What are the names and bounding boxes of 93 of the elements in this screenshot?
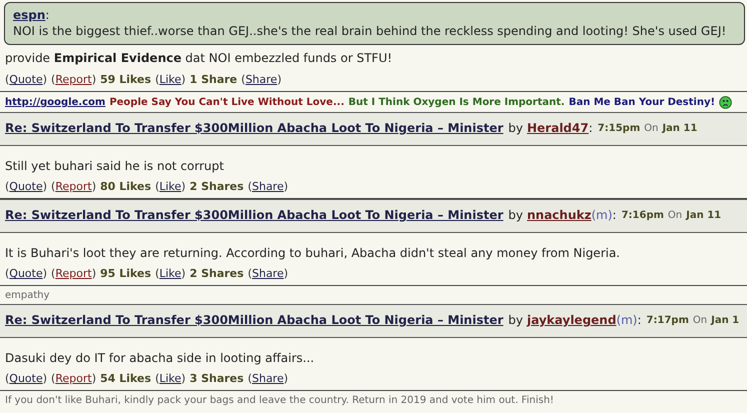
post-time: 7:17pm bbox=[646, 314, 689, 326]
paren-text: ( bbox=[5, 180, 10, 193]
member-tag: (m) bbox=[616, 313, 638, 327]
post-time: 7:15pm bbox=[598, 122, 640, 134]
signature-text: Ban Me Ban Your Destiny! bbox=[568, 97, 716, 108]
paren-text: ( bbox=[5, 372, 10, 385]
colon-text: : bbox=[612, 208, 616, 222]
by-text: by bbox=[508, 121, 523, 135]
topic-link[interactable]: Re: Switzerland To Transfer $300Million Abacha Loot To Nigeria – Minister bbox=[5, 208, 504, 222]
on-text: On bbox=[644, 122, 658, 134]
paren-text: ) bbox=[181, 372, 186, 385]
count-text: 3 Shares bbox=[190, 372, 244, 385]
topic-link[interactable]: Re: Switzerland To Transfer $300Million Abacha Loot To Nigeria – Minister bbox=[5, 121, 504, 135]
quote-text: NOI is the biggest thief..worse than GEJ..she's the real brain behind the reckless spending and looting! She's used GEJ! bbox=[13, 24, 728, 38]
paren-text: ) bbox=[284, 267, 288, 280]
author-link[interactable]: nnachukz bbox=[527, 208, 592, 222]
action-link[interactable]: Share bbox=[252, 180, 284, 193]
post-date: Jan 11 bbox=[662, 122, 698, 134]
author-link[interactable]: Herald47 bbox=[527, 121, 589, 135]
action-link[interactable]: Share bbox=[252, 267, 284, 280]
post-date: Jan 1 bbox=[711, 314, 740, 326]
paren-text: ( bbox=[51, 180, 56, 193]
action-link[interactable]: Share bbox=[245, 73, 278, 86]
action-link[interactable]: Report bbox=[55, 180, 92, 193]
paren-text: ( bbox=[5, 267, 10, 280]
author-link[interactable]: espn bbox=[13, 8, 46, 22]
colon-text: : bbox=[637, 313, 642, 327]
action-link[interactable]: Quote bbox=[9, 372, 43, 385]
action-link[interactable]: Report bbox=[55, 372, 92, 385]
action-link[interactable]: Quote bbox=[9, 180, 43, 193]
action-link[interactable]: Like bbox=[159, 180, 182, 193]
action-link[interactable]: Quote bbox=[9, 73, 43, 86]
by-text: by bbox=[508, 313, 523, 327]
paren-text: ) bbox=[92, 372, 96, 385]
action-link[interactable]: Like bbox=[159, 372, 182, 385]
paren-text: ( bbox=[155, 372, 160, 385]
post-time: 7:16pm bbox=[621, 210, 664, 220]
count-text: 95 Likes bbox=[100, 267, 152, 280]
paren-text: ) bbox=[181, 180, 186, 193]
action-link[interactable]: Share bbox=[252, 372, 284, 385]
action-link[interactable]: Report bbox=[55, 267, 92, 280]
action-link[interactable]: Report bbox=[55, 73, 92, 86]
post-date: Jan 11 bbox=[686, 210, 722, 220]
colon-text: : bbox=[588, 121, 593, 135]
count-text: 2 Shares bbox=[190, 180, 244, 193]
paren-text: ) bbox=[181, 73, 186, 86]
paren-text: ) bbox=[92, 267, 96, 280]
paren-text: ( bbox=[5, 73, 10, 86]
member-tag: (m) bbox=[591, 208, 612, 222]
paren-text: ) bbox=[42, 180, 48, 193]
post-text: Dasuki dey do IT for abacha side in looting affairs... bbox=[4, 350, 316, 365]
paren-text: ( bbox=[248, 267, 252, 280]
paren-text: ( bbox=[155, 267, 160, 280]
signature-text: People Say You Can't Live Without Love... bbox=[109, 97, 344, 108]
signature-link[interactable]: http://google.com bbox=[5, 97, 106, 108]
signature-text: But I Think Oxygen Is More Important. bbox=[348, 97, 565, 108]
paren-text: ) bbox=[92, 180, 96, 193]
paren-text: ) bbox=[42, 372, 48, 385]
topic-link[interactable]: Re: Switzerland To Transfer $300Million Abacha Loot To Nigeria – Minister bbox=[5, 313, 504, 327]
paren-text: ) bbox=[277, 73, 282, 86]
paren-text: ) bbox=[284, 372, 288, 385]
sad-face-icon bbox=[719, 96, 732, 109]
signature-text: empathy bbox=[5, 290, 50, 301]
count-text: 54 Likes bbox=[100, 372, 152, 385]
count-text: 59 Likes bbox=[100, 73, 152, 86]
paren-text: ) bbox=[42, 73, 48, 86]
paren-text: ( bbox=[155, 180, 160, 193]
colon-text: : bbox=[45, 8, 50, 22]
by-text: by bbox=[508, 208, 523, 222]
paren-text: ( bbox=[51, 372, 56, 385]
signature-text: If you don't like Buhari, kindly pack your bags and leave the country. Return in 2019 and vote him out. Finish! bbox=[5, 395, 554, 406]
paren-text: ( bbox=[51, 267, 56, 280]
action-link[interactable]: Like bbox=[159, 73, 182, 86]
count-text: 1 Share bbox=[190, 73, 238, 86]
action-link[interactable]: Quote bbox=[9, 267, 43, 280]
post-text: Still yet buhari said he is not corrupt bbox=[4, 158, 225, 173]
on-text: On bbox=[668, 210, 682, 220]
paren-text: ( bbox=[248, 372, 252, 385]
paren-text: ( bbox=[248, 180, 252, 193]
on-text: On bbox=[692, 314, 708, 326]
paren-text: ( bbox=[155, 73, 160, 86]
count-text: 2 Shares bbox=[190, 267, 244, 280]
paren-text: ( bbox=[241, 73, 246, 86]
paren-text: ) bbox=[284, 180, 288, 193]
post-text: provide Empirical Evidence dat NOI embezzled funds or STFU! bbox=[4, 50, 394, 66]
paren-text: ) bbox=[42, 267, 48, 280]
count-text: 80 Likes bbox=[100, 180, 152, 193]
action-link[interactable]: Like bbox=[159, 267, 182, 280]
paren-text: ) bbox=[92, 73, 96, 86]
post-text: It is Buhari's loot they are returning. According to buhari, Abacha didn't steal any money from Nigeria. bbox=[4, 245, 621, 260]
paren-text: ) bbox=[181, 267, 186, 280]
author-link[interactable]: jaykaylegend bbox=[527, 313, 616, 327]
paren-text: ( bbox=[51, 73, 56, 86]
